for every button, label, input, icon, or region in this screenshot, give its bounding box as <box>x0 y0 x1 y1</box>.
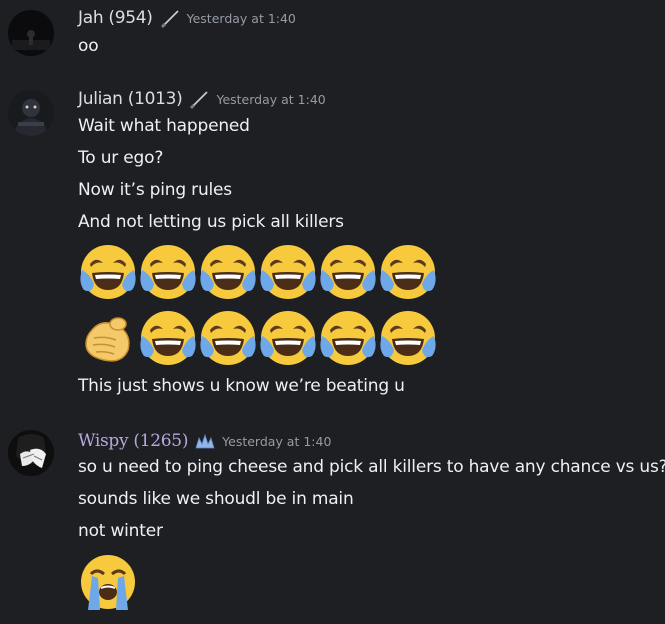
timestamp: Yesterday at 1:40 <box>222 433 332 449</box>
emoji-row <box>78 308 438 368</box>
loudly-crying-emoji-icon[interactable] <box>78 552 138 612</box>
avatar[interactable] <box>8 430 54 476</box>
message-text: oo <box>78 36 99 56</box>
sword-icon <box>190 91 209 110</box>
joy-emoji-icon[interactable] <box>198 242 258 302</box>
joy-emoji-icon[interactable] <box>378 242 438 302</box>
username[interactable]: Wispy (1265) <box>78 431 188 451</box>
timestamp: Yesterday at 1:40 <box>186 10 296 26</box>
message-text: This just shows u know we’re beating u <box>78 376 405 396</box>
joy-emoji-icon[interactable] <box>318 242 378 302</box>
message-text: Wait what happened <box>78 116 250 136</box>
point-at-viewer-emoji-icon[interactable] <box>78 308 138 368</box>
message-text: so u need to ping cheese and pick all ki… <box>78 457 665 477</box>
joy-emoji-icon[interactable] <box>138 308 198 368</box>
username[interactable]: Jah (954) <box>78 8 153 28</box>
message-text: not winter <box>78 521 163 541</box>
avatar[interactable] <box>8 10 54 56</box>
emoji-row <box>78 552 138 612</box>
joy-emoji-icon[interactable] <box>258 308 318 368</box>
message-text: sounds like we shoudl be in main <box>78 489 354 509</box>
joy-emoji-icon[interactable] <box>198 308 258 368</box>
timestamp: Yesterday at 1:40 <box>216 91 326 107</box>
message-text: Now it’s ping rules <box>78 180 232 200</box>
message-text: And not letting us pick all killers <box>78 212 344 232</box>
message-text: To ur ego? <box>78 148 164 168</box>
emoji-row <box>78 242 438 302</box>
crown-icon <box>195 433 215 449</box>
username[interactable]: Julian (1013) <box>78 89 183 109</box>
joy-emoji-icon[interactable] <box>78 242 138 302</box>
joy-emoji-icon[interactable] <box>138 242 198 302</box>
joy-emoji-icon[interactable] <box>378 308 438 368</box>
joy-emoji-icon[interactable] <box>258 242 318 302</box>
sword-icon <box>160 10 179 29</box>
joy-emoji-icon[interactable] <box>318 308 378 368</box>
avatar[interactable] <box>8 90 54 136</box>
